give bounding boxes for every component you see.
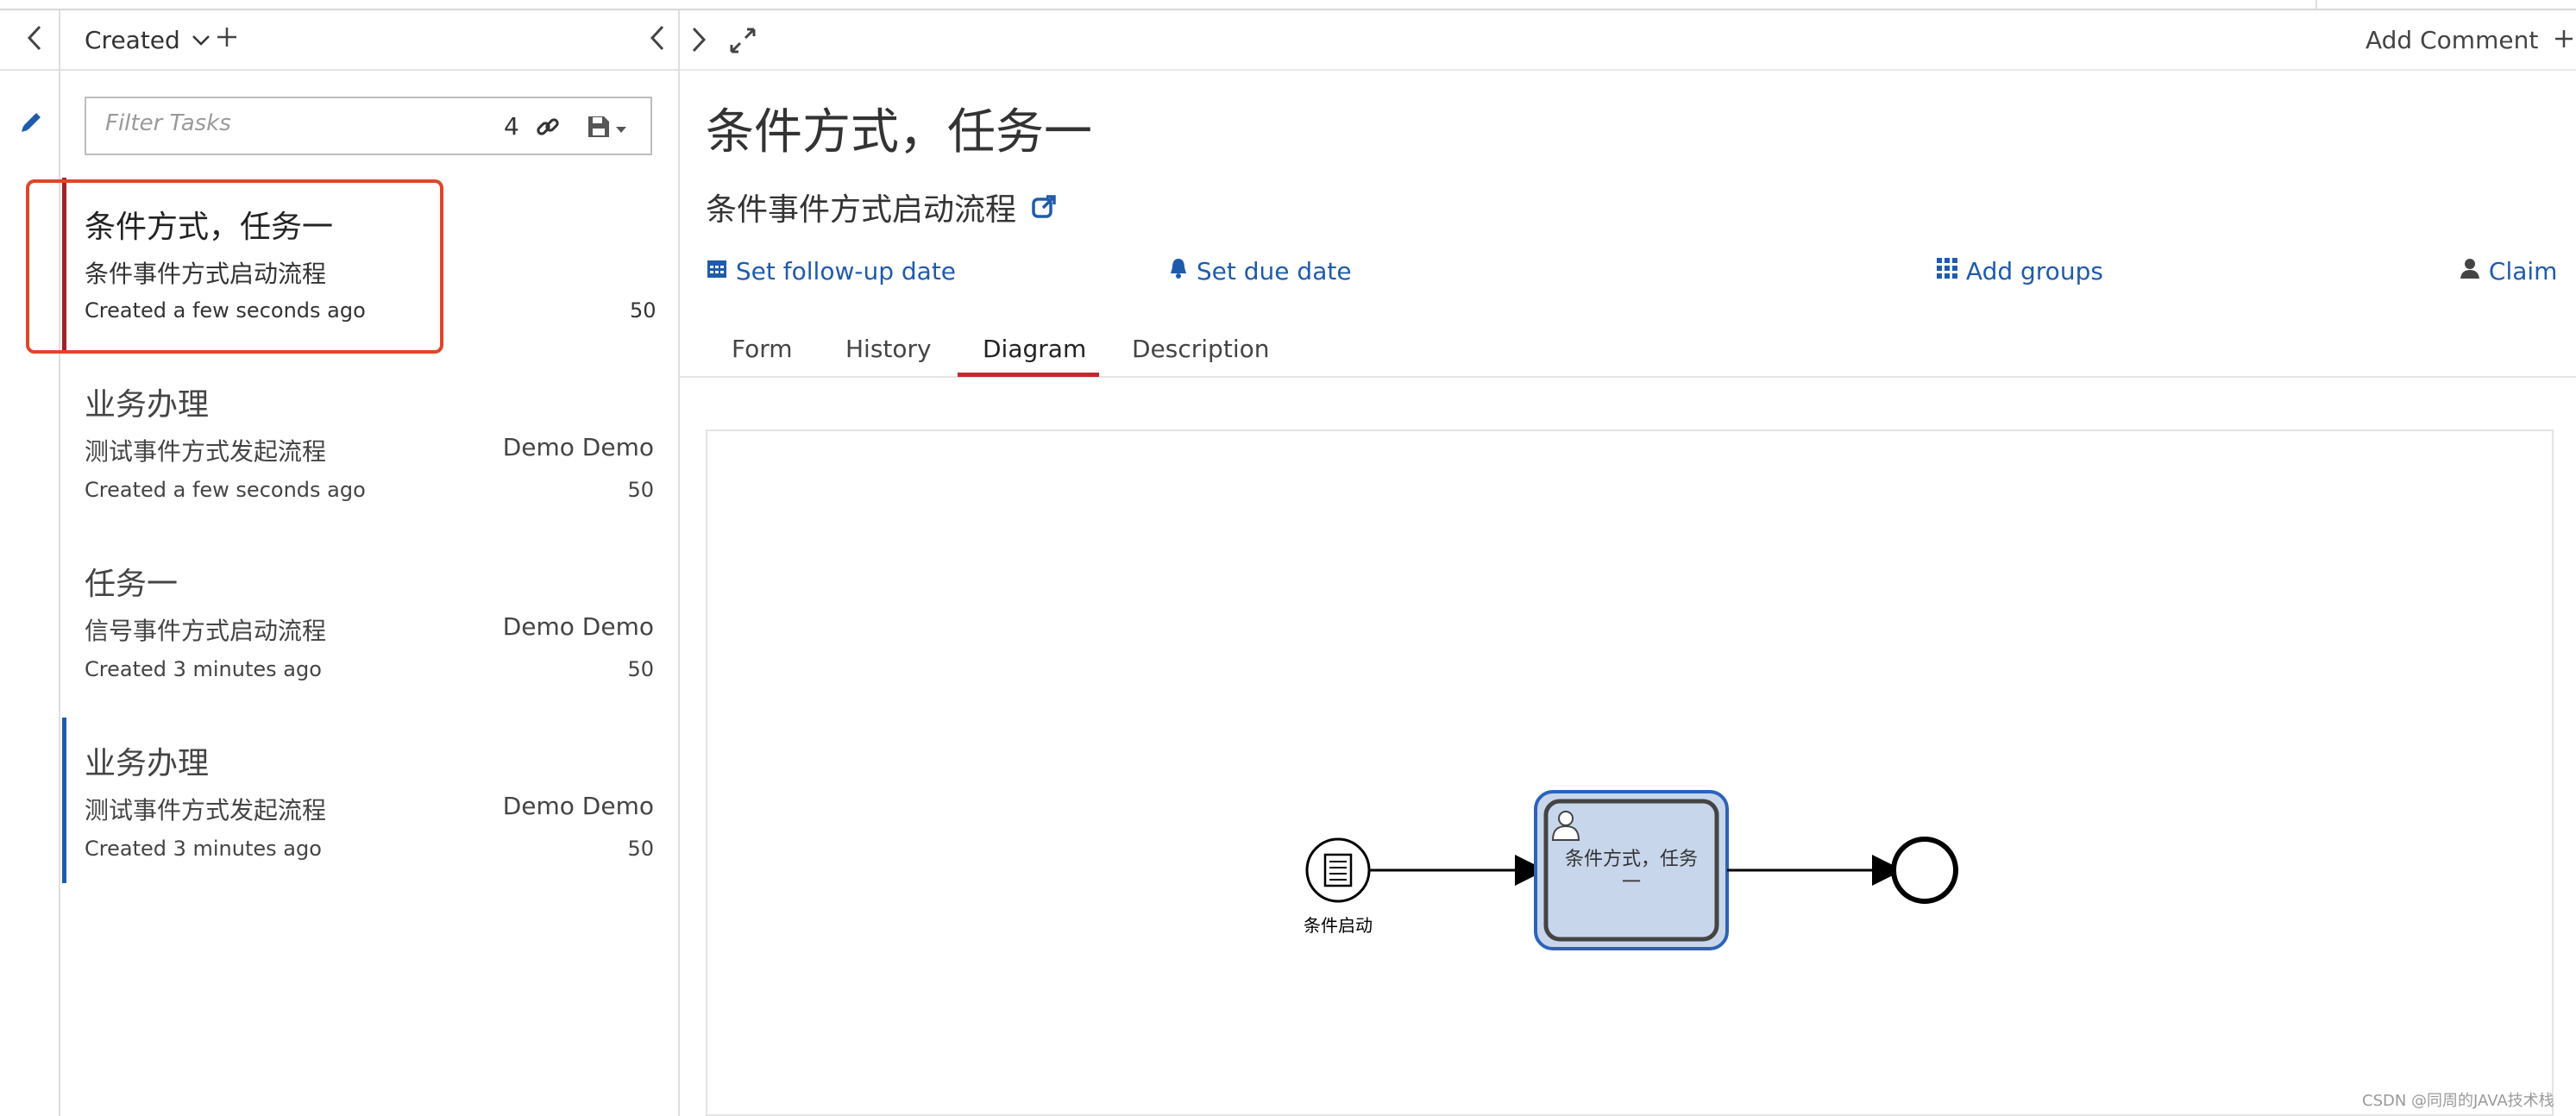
task-priority: 50 bbox=[627, 478, 654, 502]
pencil-icon bbox=[22, 113, 41, 132]
task-assignee: Demo Demo bbox=[502, 792, 654, 820]
filter-dropdown[interactable]: Created bbox=[85, 26, 210, 54]
link-icon bbox=[537, 118, 559, 135]
calendar-icon bbox=[707, 260, 726, 278]
task-process-name: 信号事件方式启动流程 bbox=[85, 617, 327, 645]
save-icon bbox=[588, 116, 626, 137]
left-rail bbox=[0, 10, 60, 1116]
top-strip-divider bbox=[2315, 0, 2317, 9]
task-title: 任务一 bbox=[85, 567, 179, 602]
maximize-button[interactable] bbox=[730, 28, 756, 57]
add-filter-button[interactable] bbox=[216, 26, 238, 52]
chevron-left-icon bbox=[650, 25, 664, 51]
plus-icon bbox=[2555, 30, 2573, 47]
grid-icon bbox=[1937, 258, 1957, 279]
tab-form[interactable]: Form bbox=[732, 335, 793, 363]
edit-filter-button[interactable] bbox=[17, 109, 45, 140]
user-task-label-line1: 条件方式，任务 bbox=[1565, 849, 1698, 870]
tab-description[interactable]: Description bbox=[1132, 335, 1269, 363]
chevron-right-icon bbox=[692, 27, 707, 53]
active-tab-indicator bbox=[958, 373, 1099, 377]
add-comment-label: Add Comment bbox=[2366, 26, 2539, 54]
bell-icon bbox=[1171, 259, 1186, 279]
task-created: Created a few seconds ago bbox=[85, 478, 366, 502]
set-follow-up-date-label: Set follow-up date bbox=[735, 257, 957, 285]
add-groups-label: Add groups bbox=[1965, 257, 2103, 285]
conditional-start-event[interactable] bbox=[1305, 837, 1371, 903]
task-priority: 50 bbox=[627, 657, 654, 681]
task-assignee: Demo Demo bbox=[502, 433, 654, 461]
collapse-list-button[interactable] bbox=[649, 24, 666, 55]
task-detail-header bbox=[680, 10, 2576, 71]
task-created: Created 3 minutes ago bbox=[85, 837, 322, 861]
tab-diagram[interactable]: Diagram bbox=[983, 335, 1086, 363]
tab-history[interactable]: History bbox=[845, 335, 932, 363]
end-event[interactable] bbox=[1891, 837, 1958, 904]
start-event-label: 条件启动 bbox=[1304, 915, 1373, 936]
filter-tasks-input[interactable]: Filter Tasks bbox=[105, 110, 231, 136]
add-comment-button[interactable]: Add Comment bbox=[2366, 26, 2573, 54]
process-name: 条件事件方式启动流程 bbox=[706, 192, 1017, 228]
task-title: 业务办理 bbox=[85, 387, 210, 423]
task-assignee: Demo Demo bbox=[502, 612, 654, 641]
plus-icon bbox=[217, 28, 236, 47]
accent-bar bbox=[62, 718, 66, 883]
top-strip bbox=[0, 0, 2576, 10]
task-process-name: 测试事件方式发起流程 bbox=[85, 796, 327, 824]
set-follow-up-date-link[interactable]: Set follow-up date bbox=[706, 257, 956, 285]
task-priority: 50 bbox=[627, 837, 654, 861]
task-priority: 50 bbox=[630, 298, 657, 323]
external-link-icon bbox=[1032, 195, 1057, 218]
task-process-name: 测试事件方式发起流程 bbox=[85, 437, 327, 466]
link-filter-button[interactable] bbox=[535, 114, 561, 143]
user-task[interactable]: 条件方式，任务 一 bbox=[1534, 790, 1729, 950]
add-groups-link[interactable]: Add groups bbox=[1936, 257, 2103, 285]
set-due-date-label: Set due date bbox=[1196, 257, 1352, 285]
expand-list-button[interactable] bbox=[690, 26, 707, 57]
selection-highlight-outline bbox=[26, 179, 443, 354]
save-filter-button[interactable] bbox=[587, 115, 630, 142]
user-icon bbox=[2460, 259, 2479, 279]
claim-label: Claim bbox=[2488, 257, 2558, 285]
chevron-down-icon bbox=[192, 35, 210, 46]
task-detail-title: 条件方式，任务一 bbox=[706, 104, 1092, 160]
collapse-rail-button[interactable] bbox=[26, 24, 43, 55]
set-due-date-link[interactable]: Set due date bbox=[1168, 257, 1352, 285]
task-list-item[interactable]: 业务办理 测试事件方式发起流程 Demo Demo Created a few … bbox=[62, 362, 678, 526]
user-task-label-line2: 一 bbox=[1622, 872, 1641, 893]
task-created: Created 3 minutes ago bbox=[85, 657, 322, 681]
chevron-left-icon bbox=[27, 25, 41, 51]
bpmn-diagram: 条件启动 条件方式，任务 一 bbox=[1304, 790, 1958, 950]
expand-arrows-icon bbox=[730, 28, 756, 53]
task-count: 4 bbox=[504, 112, 519, 141]
claim-link[interactable]: Claim bbox=[2459, 257, 2557, 285]
task-title: 业务办理 bbox=[85, 746, 210, 781]
filter-name: Created bbox=[85, 26, 180, 54]
process-definition-link[interactable]: 条件事件方式启动流程 bbox=[706, 185, 1057, 229]
task-list-item[interactable]: 任务一 信号事件方式启动流程 Demo Demo Created 3 minut… bbox=[62, 542, 678, 705]
task-list-item[interactable]: 业务办理 测试事件方式发起流程 Demo Demo Created 3 minu… bbox=[62, 718, 678, 883]
watermark: CSDN @同周的JAVA技术栈 bbox=[2362, 1092, 2554, 1110]
